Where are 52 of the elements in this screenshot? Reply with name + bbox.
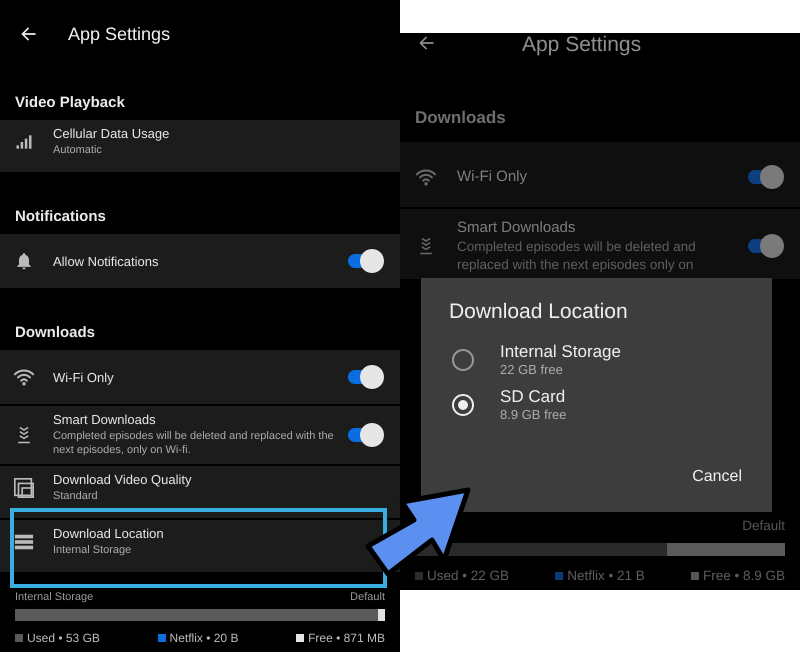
settings-row[interactable]: Wi-Fi Only bbox=[0, 350, 400, 404]
cancel-button[interactable]: Cancel bbox=[688, 464, 746, 490]
settings-row[interactable]: Download Location Internal Storage bbox=[0, 520, 400, 572]
screen-title: App Settings bbox=[68, 24, 170, 44]
section-heading: Notifications bbox=[14, 207, 107, 227]
settings-row[interactable]: Cellular Data Usage Automatic bbox=[0, 120, 400, 172]
dialog-title: Download Location bbox=[449, 300, 629, 324]
settings-row[interactable]: Smart Downloads Completed episodes will be deleted and replaced with the next episodes, only on Wi-fi. bbox=[0, 406, 400, 464]
settings-row[interactable]: Wi-Fi Only bbox=[400, 142, 800, 207]
storage-icon bbox=[12, 532, 34, 552]
option-detail: 22 GB free bbox=[500, 362, 564, 377]
setting-title: Download Video Quality bbox=[53, 472, 193, 487]
setting-title: Download Location bbox=[53, 526, 165, 541]
legend-label: Free • 871 MB bbox=[308, 631, 385, 645]
toggle-switch[interactable] bbox=[748, 234, 782, 258]
radio-button[interactable] bbox=[452, 348, 474, 370]
setting-description: Standard bbox=[53, 488, 99, 504]
option-label: Internal Storage bbox=[500, 342, 621, 362]
setting-description: Automatic bbox=[53, 143, 103, 158]
setting-title: Allow Notifications bbox=[53, 254, 160, 268]
storage-label: Internal Storage bbox=[15, 591, 94, 603]
toggle-switch[interactable] bbox=[348, 365, 382, 389]
settings-row[interactable]: Allow Notifications bbox=[0, 234, 400, 288]
default-label: Default bbox=[350, 591, 385, 603]
toggle-switch[interactable] bbox=[348, 249, 382, 273]
layered-squares-icon bbox=[12, 476, 34, 499]
setting-title: Smart Downloads bbox=[457, 219, 576, 236]
legend-label: Free • 8.9 GB bbox=[702, 568, 785, 583]
wifi-icon bbox=[12, 367, 34, 387]
toggle-switch[interactable] bbox=[348, 422, 382, 447]
setting-description: Completed episodes will be deleted and replaced with the next episodes, only on Wi-fi. bbox=[53, 429, 335, 458]
legend-label: Used • 22 GB bbox=[427, 568, 510, 583]
settings-row[interactable]: Download Video Quality Standard bbox=[0, 466, 400, 518]
screen-title: App Settings bbox=[522, 33, 642, 57]
section-heading: Downloads bbox=[414, 107, 507, 129]
setting-title: Cellular Data Usage bbox=[53, 126, 170, 142]
setting-title: Wi-Fi Only bbox=[53, 370, 115, 384]
setting-description: Completed episodes will be deleted and replaced with the next episodes only on bbox=[457, 238, 697, 274]
option-label: SD Card bbox=[500, 387, 566, 407]
section-heading: Video Playback bbox=[14, 93, 126, 113]
toggle-switch[interactable] bbox=[748, 164, 782, 188]
setting-description: Internal Storage bbox=[53, 542, 132, 558]
default-label: Default bbox=[742, 518, 785, 533]
legend-label: Netflix • 21 B bbox=[567, 568, 645, 583]
option-detail: 8.9 GB free bbox=[500, 407, 566, 422]
legend-label: Used • 53 GB bbox=[27, 631, 100, 645]
setting-title: Smart Downloads bbox=[53, 412, 157, 427]
legend-label: Netflix • 20 B bbox=[170, 631, 238, 645]
settings-row[interactable]: Smart Downloads Completed episodes will be deleted and replaced with the next episodes only on bbox=[400, 209, 800, 280]
section-heading: Downloads bbox=[14, 323, 96, 343]
setting-title: Wi-Fi Only bbox=[457, 168, 528, 185]
wifi-icon bbox=[414, 166, 436, 186]
